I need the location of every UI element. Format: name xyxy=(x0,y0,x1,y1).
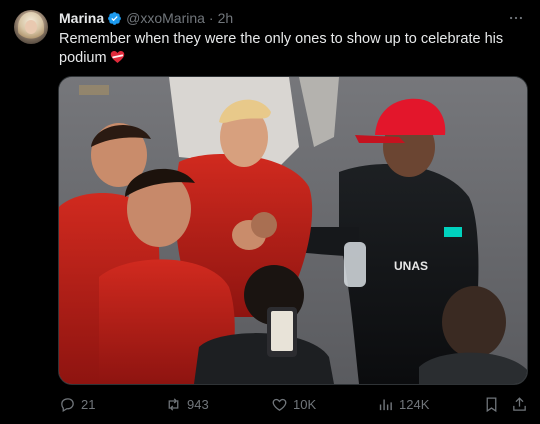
repost-button[interactable]: 943 xyxy=(165,394,209,414)
like-count: 10K xyxy=(293,396,317,412)
like-button[interactable]: 10K xyxy=(271,394,316,414)
heart-icon xyxy=(272,398,287,411)
photo-illustration: UNAS xyxy=(59,77,527,384)
tweet-header: Marina @xxoMarina · 2h xyxy=(59,9,233,27)
avatar-face xyxy=(25,20,37,34)
tweet-actions: 21 943 10K 124K xyxy=(59,394,529,414)
reply-icon xyxy=(61,397,74,412)
views-icon xyxy=(379,399,392,410)
avatar[interactable] xyxy=(14,10,48,44)
tweet-text: Remember when they were the only ones to… xyxy=(59,31,504,66)
views-button[interactable]: 124K xyxy=(377,394,429,414)
share-icon xyxy=(513,396,526,411)
svg-text:UNAS: UNAS xyxy=(394,259,428,273)
tweet-timestamp[interactable]: 2h xyxy=(218,10,234,26)
more-options-icon[interactable] xyxy=(506,9,526,27)
bookmark-icon xyxy=(486,396,497,412)
tweet-text-container: Remember when they were the only ones to… xyxy=(59,30,519,68)
heart-ribbon-emoji-icon xyxy=(110,50,125,64)
author-name[interactable]: Marina xyxy=(59,10,104,26)
share-button[interactable] xyxy=(511,394,533,414)
repost-count: 943 xyxy=(187,396,209,412)
author-handle[interactable]: @xxoMarina xyxy=(126,10,205,26)
verified-badge-icon xyxy=(107,11,122,26)
reply-button[interactable]: 21 xyxy=(59,394,95,414)
views-count: 124K xyxy=(399,396,430,412)
header-separator: · xyxy=(208,10,214,26)
bookmark-button[interactable] xyxy=(483,394,505,414)
tweet-card[interactable]: Marina @xxoMarina · 2h Remember when the… xyxy=(0,0,540,424)
tweet-photo[interactable]: UNAS xyxy=(58,76,528,385)
reply-count: 21 xyxy=(81,396,96,412)
repost-icon xyxy=(168,397,179,411)
